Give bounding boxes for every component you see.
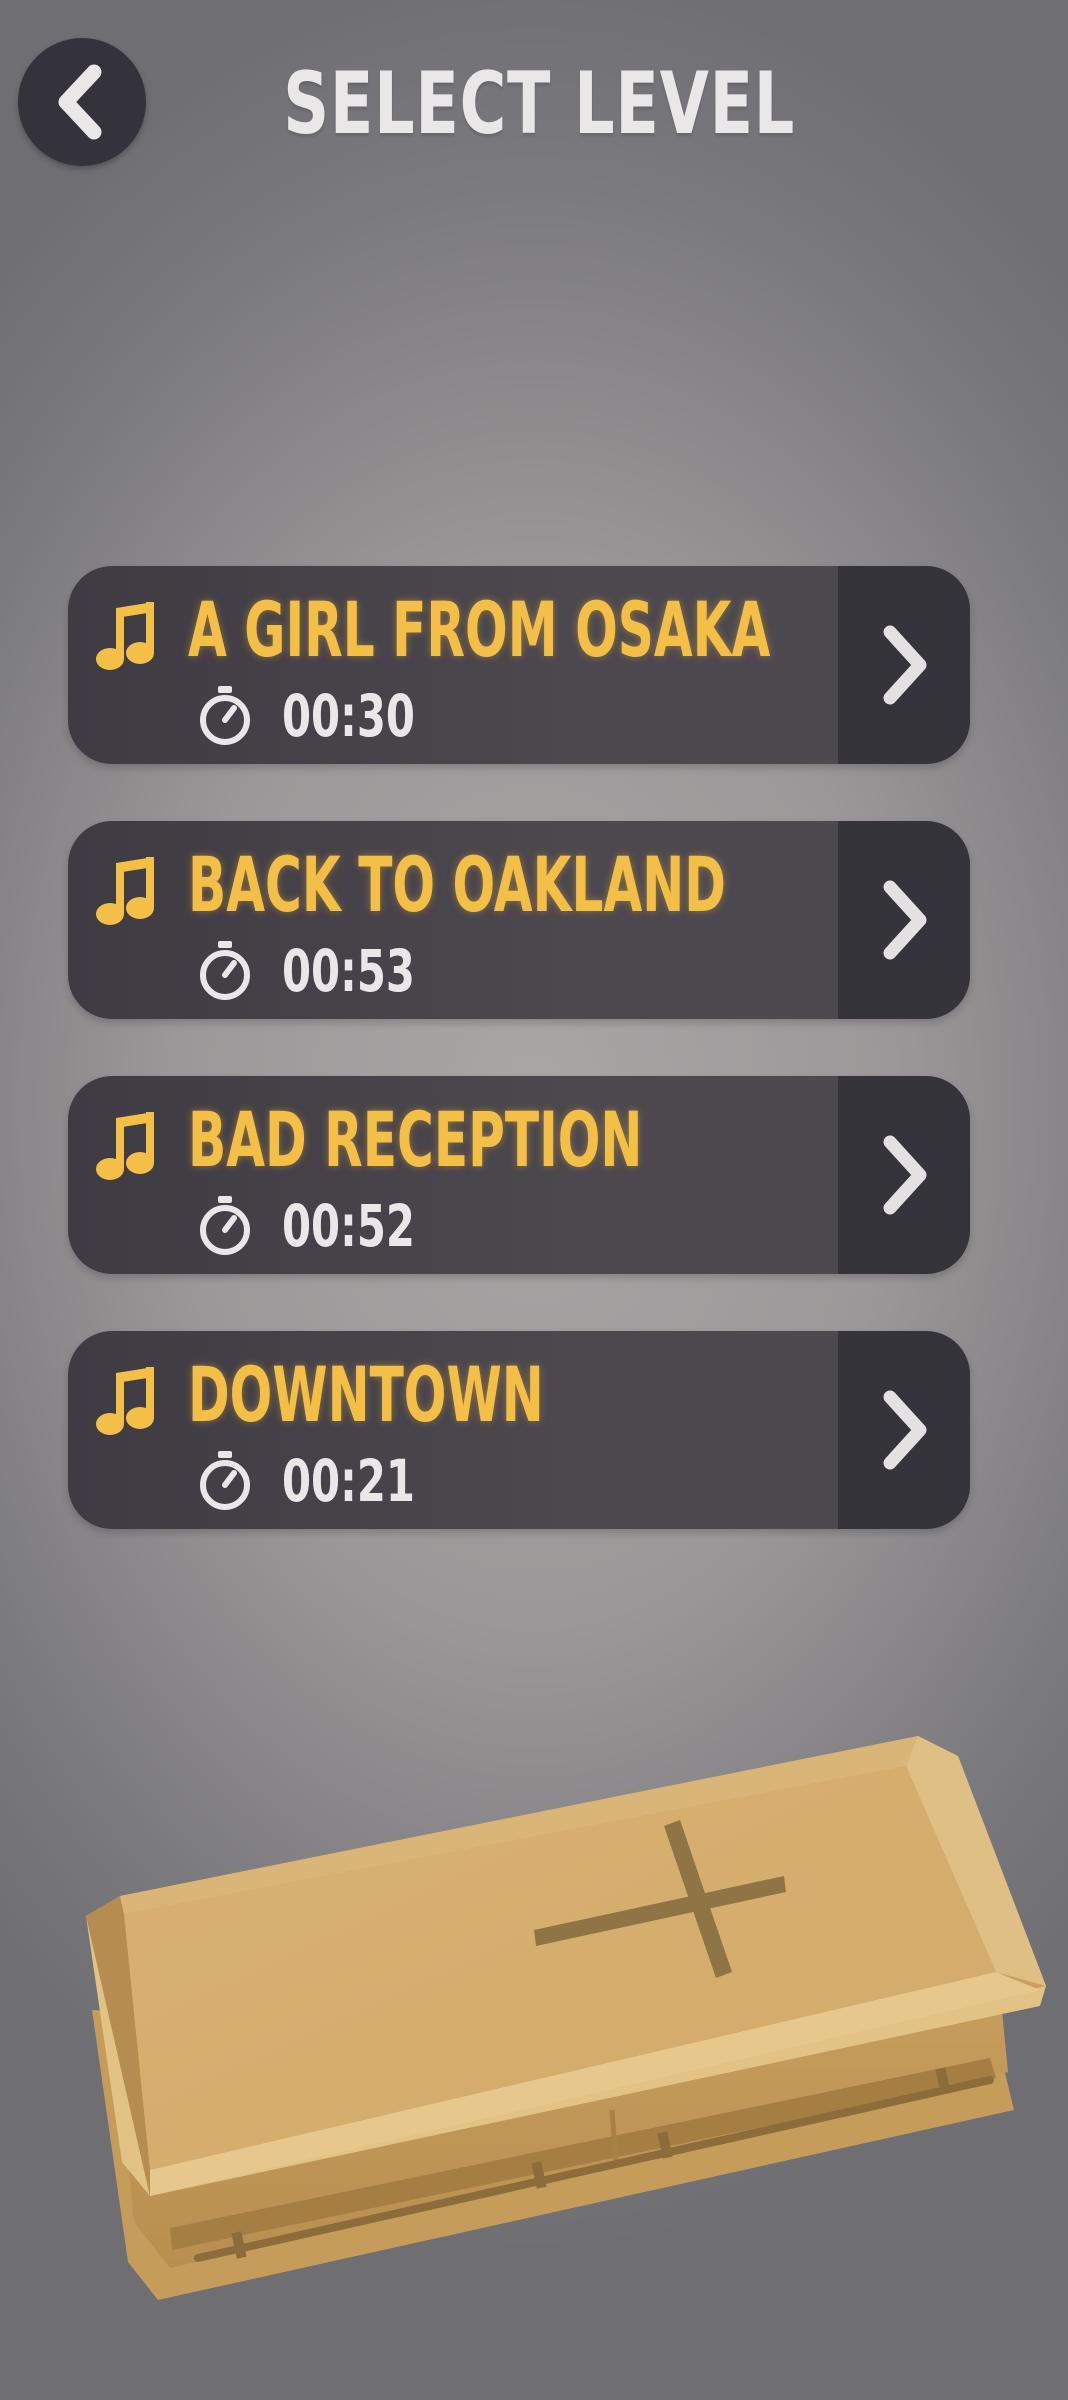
stopwatch-icon xyxy=(200,686,250,745)
music-note-icon xyxy=(96,1367,154,1435)
coffin-body xyxy=(108,1960,1008,2268)
play-level-button[interactable] xyxy=(838,821,970,1019)
cross-vertical xyxy=(664,1820,732,1978)
music-note-icon xyxy=(96,857,154,925)
level-card[interactable]: A GIRL FROM OSAKA 00:30 xyxy=(68,566,970,764)
level-card[interactable]: BACK TO OAKLAND 00:53 xyxy=(68,821,970,1019)
level-title: BAD RECEPTION xyxy=(188,1095,643,1184)
level-duration: 00:53 xyxy=(282,937,415,1005)
music-note-icon xyxy=(96,1112,154,1180)
stopwatch-icon xyxy=(200,941,250,1000)
level-title: A GIRL FROM OSAKA xyxy=(188,585,771,674)
stopwatch-icon xyxy=(200,1196,250,1255)
chevron-right-icon xyxy=(883,1390,927,1470)
back-button[interactable] xyxy=(18,38,146,166)
play-level-button[interactable] xyxy=(838,566,970,764)
level-title: BACK TO OAKLAND xyxy=(188,840,726,929)
play-level-button[interactable] xyxy=(838,1331,970,1529)
chevron-right-icon xyxy=(883,880,927,960)
coffin-base xyxy=(92,2010,1014,2300)
level-card[interactable]: BAD RECEPTION 00:52 xyxy=(68,1076,970,1274)
cross-horizontal xyxy=(534,1876,786,1946)
chevron-left-icon xyxy=(58,64,102,140)
level-duration: 00:52 xyxy=(282,1192,415,1260)
level-duration: 00:30 xyxy=(282,682,415,750)
level-card[interactable]: DOWNTOWN 00:21 xyxy=(68,1331,970,1529)
level-list: A GIRL FROM OSAKA 00:30 BACK TO OAKLAND … xyxy=(68,566,970,1586)
stopwatch-icon xyxy=(200,1451,250,1510)
music-note-icon xyxy=(96,602,154,670)
chevron-right-icon xyxy=(883,1135,927,1215)
chevron-right-icon xyxy=(883,625,927,705)
level-title: DOWNTOWN xyxy=(188,1350,544,1439)
coffin-lid xyxy=(86,1736,1046,2196)
level-duration: 00:21 xyxy=(282,1447,415,1515)
play-level-button[interactable] xyxy=(838,1076,970,1274)
page-title: SELECT LEVEL xyxy=(283,54,796,154)
coffin-lid-edge xyxy=(86,1916,1046,2196)
